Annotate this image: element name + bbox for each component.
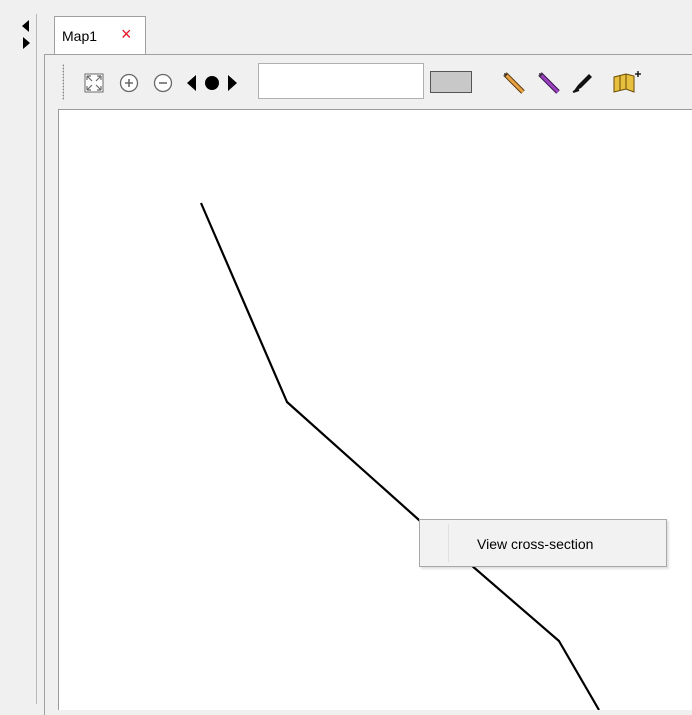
menu-item-label: View cross-section bbox=[477, 536, 594, 552]
edit-pen-icon[interactable] bbox=[570, 71, 594, 95]
zoom-out-icon[interactable] bbox=[151, 71, 175, 95]
map-toolbar bbox=[54, 60, 692, 104]
draw-line-orange-icon[interactable] bbox=[502, 71, 526, 95]
context-menu: View cross-section bbox=[419, 519, 667, 567]
color-swatch[interactable] bbox=[430, 71, 472, 93]
toolbar-grip[interactable] bbox=[62, 64, 64, 100]
side-collapse-strip bbox=[0, 0, 44, 704]
expand-right-arrow-icon[interactable] bbox=[23, 37, 30, 49]
cross-section-line bbox=[199, 202, 600, 710]
divider bbox=[36, 14, 37, 704]
map-view[interactable] bbox=[58, 109, 692, 710]
tab-map1[interactable]: Map1 × bbox=[54, 16, 146, 54]
map-canvas[interactable] bbox=[59, 110, 692, 710]
collapse-left-arrow-icon[interactable] bbox=[22, 20, 29, 32]
tab-label: Map1 bbox=[62, 28, 98, 44]
add-section-icon[interactable] bbox=[612, 71, 642, 95]
close-icon[interactable]: × bbox=[121, 25, 132, 43]
zoom-extent-icon[interactable] bbox=[82, 71, 106, 95]
coordinate-input[interactable] bbox=[258, 63, 424, 99]
menu-item-view-cross-section[interactable]: View cross-section bbox=[450, 522, 664, 564]
draw-line-purple-icon[interactable] bbox=[537, 71, 561, 95]
menu-icon-gutter-divider bbox=[448, 524, 449, 562]
zoom-in-icon[interactable] bbox=[117, 71, 141, 95]
pan-icon[interactable] bbox=[184, 71, 240, 95]
